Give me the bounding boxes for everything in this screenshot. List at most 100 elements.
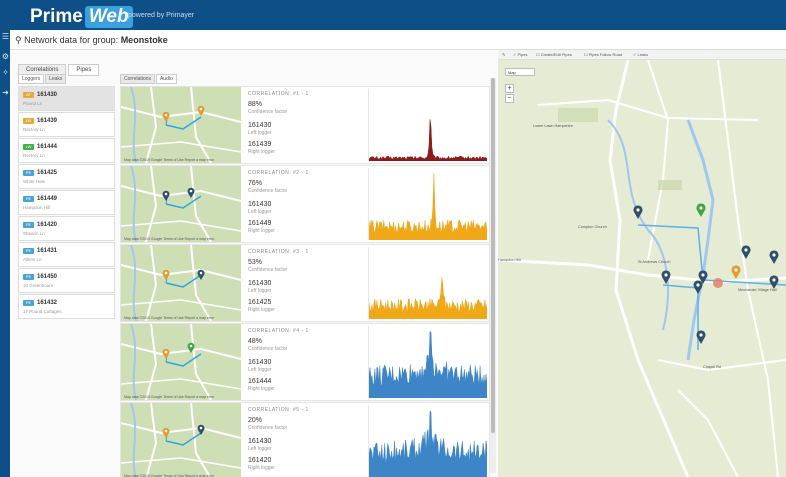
subtab-leaks[interactable]: Leaks [45, 74, 67, 84]
leaks-toggle[interactable]: ✓ Leaks [633, 52, 648, 57]
group-name: Meonstoke [120, 35, 168, 45]
correlation-info: CORRELATION: #4 - 1 48% Confidence factor 1… [248, 324, 363, 400]
logger-pin-icon[interactable] [769, 250, 779, 264]
correlation-graph[interactable] [368, 168, 487, 240]
app-header: Prime Web powered by Primayer [0, 0, 786, 30]
logger-pin-icon[interactable] [731, 265, 741, 279]
pipes-toggle[interactable]: ✓ Pipes [513, 52, 527, 57]
logger-id: 161431 [37, 247, 58, 254]
create-edit-toggle[interactable]: ☐ Create/Edit Pipes [536, 52, 572, 57]
logger-pin-icon[interactable] [696, 330, 706, 344]
correlation-card[interactable]: Map data ©2019 Google Terms of Use Repor… [120, 244, 490, 322]
right-logger-label: Right logger [248, 149, 275, 155]
logger-pin-icon[interactable] [769, 275, 779, 289]
confidence-label: Confidence factor [248, 346, 288, 352]
logger-item[interactable]: PE 161432 17 Pound Cottages [18, 294, 115, 319]
logger-location: Allens Ln [23, 257, 42, 262]
logger-location: Pound Ln [23, 101, 43, 106]
tab-pipes[interactable]: Pipes [68, 64, 100, 76]
left-logger-label: Left logger [248, 446, 272, 452]
correlation-subtabs: Correlations Audio [120, 74, 178, 84]
logger-item[interactable]: LB 161439 Rectory Ln [18, 112, 115, 137]
confidence-label: Confidence factor [248, 425, 288, 431]
mini-map-canvas [121, 166, 241, 242]
scrollbar-thumb[interactable] [491, 78, 495, 433]
logger-pin-icon[interactable] [696, 203, 706, 217]
logger-item[interactable]: PE 161431 Allens Ln [18, 242, 115, 267]
powered-by-text: powered by Primayer [128, 12, 195, 19]
brand-web: Web [84, 6, 133, 28]
zoom-in-button[interactable]: + [505, 84, 514, 93]
left-logger-id: 161430 [248, 122, 272, 129]
map-attribution: Map data ©2019 Google Terms of Use Repor… [124, 316, 215, 320]
app-logo[interactable]: Prime Web [30, 6, 133, 28]
network-map[interactable]: Map + − Lower Lawn Hampshire Compton Chu… [498, 60, 786, 477]
logger-badge: AT [23, 91, 34, 98]
brand-prime: Prime [30, 6, 83, 27]
app-window: Prime Web powered by Primayer ☰ ⚙ ✧ ➜ ⚲ N… [0, 0, 786, 477]
logger-location: Shearin Ln [23, 231, 45, 236]
correlation-list: Map data ©2019 Google Terms of Use Repor… [120, 86, 490, 477]
logger-pin-icon[interactable] [741, 245, 751, 259]
map-label: Chapel Rd [703, 365, 721, 369]
zoom-out-button[interactable]: − [505, 94, 514, 103]
correlation-card[interactable]: Map data ©2019 Google Terms of Use Repor… [120, 402, 490, 477]
subtab-correlations[interactable]: Correlations [120, 74, 155, 84]
logger-item[interactable]: PE 161449 Hampdon Hill [18, 190, 115, 215]
logger-badge: PE [23, 195, 34, 202]
pencil-icon[interactable]: ✎ [502, 52, 505, 57]
map-label: St Andrews Church [638, 260, 671, 264]
mini-map-canvas [121, 324, 241, 400]
logger-location: 10 Greenbourn [23, 283, 54, 288]
correlation-mini-map[interactable]: Map data ©2019 Google Terms of Use Repor… [121, 166, 241, 242]
confidence-label: Confidence factor [248, 188, 288, 194]
correlation-graph[interactable] [368, 405, 487, 477]
confidence-label: Confidence factor [248, 267, 288, 273]
logger-item[interactable]: LW 161444 Rectory Ln [18, 138, 115, 163]
correlation-graph[interactable] [368, 89, 487, 161]
correlation-mini-map[interactable]: Map data ©2019 Google Terms of Use Repor… [121, 87, 241, 163]
map-panel: ✎ ✓ Pipes ☐ Create/Edit Pipes ☐ Pipes Fo… [498, 50, 786, 477]
logger-item[interactable]: AT 161430 Pound Ln [18, 86, 115, 111]
correlation-mini-map[interactable]: Map data ©2019 Google Terms of Use Repor… [121, 403, 241, 477]
logger-list: AT 161430 Pound Ln LB 161439 Rectory Ln LW 1614… [18, 86, 115, 320]
subtab-loggers[interactable]: Loggers [18, 74, 45, 84]
logger-item[interactable]: PE 161425 White Hole [18, 164, 115, 189]
waveform-area [369, 330, 487, 398]
correlation-card[interactable]: Map data ©2019 Google Terms of Use Repor… [120, 86, 490, 164]
logger-id: 161425 [37, 169, 58, 176]
logger-location: 17 Pound Cottages [23, 309, 62, 314]
correlation-card[interactable]: Map data ©2019 Google Terms of Use Repor… [120, 323, 490, 401]
right-logger-label: Right logger [248, 386, 275, 392]
logger-pin-icon[interactable] [633, 205, 643, 219]
right-logger-id: 161439 [248, 141, 272, 148]
logger-pin-icon[interactable] [661, 270, 671, 284]
left-logger-id: 161430 [248, 438, 272, 445]
map-attribution: Map data ©2019 Google Terms of Use Repor… [124, 395, 215, 399]
logger-id: 161439 [37, 117, 58, 124]
correlation-mini-map[interactable]: Map data ©2019 Google Terms of Use Repor… [121, 324, 241, 400]
subtab-audio[interactable]: Audio [155, 74, 177, 84]
correlation-panel: Correlations Pipes Loggers Leaks Correlati… [10, 50, 498, 477]
menu-icon[interactable]: ☰ [1, 32, 10, 41]
correlation-waveform [369, 173, 487, 240]
logger-item[interactable]: PE 161420 Shearin Ln [18, 216, 115, 241]
logger-badge: PE [23, 273, 34, 280]
logger-item[interactable]: PE 161450 10 Greenbourn [18, 268, 115, 293]
logger-badge: LW [23, 143, 34, 150]
map-pins [633, 203, 779, 344]
correlation-card[interactable]: Map data ©2019 Google Terms of Use Repor… [120, 165, 490, 243]
logger-pin-icon[interactable] [693, 280, 703, 294]
correlation-graph[interactable] [368, 326, 487, 398]
logger-location: Rectory Ln [23, 127, 45, 132]
logout-icon[interactable]: ➜ [1, 88, 10, 97]
correlation-mini-map[interactable]: Map data ©2019 Google Terms of Use Repor… [121, 245, 241, 321]
map-type-select[interactable]: Map [505, 68, 535, 76]
network-icon[interactable]: ✧ [1, 68, 10, 77]
follow-road-toggle[interactable]: ☐ Pipes Follow Road [584, 52, 622, 57]
settings-icon[interactable]: ⚙ [1, 52, 10, 61]
correlation-graph[interactable] [368, 247, 487, 319]
right-logger-label: Right logger [248, 307, 275, 313]
logger-location: Rectory Ln [23, 153, 45, 158]
mini-map-canvas [121, 403, 241, 477]
